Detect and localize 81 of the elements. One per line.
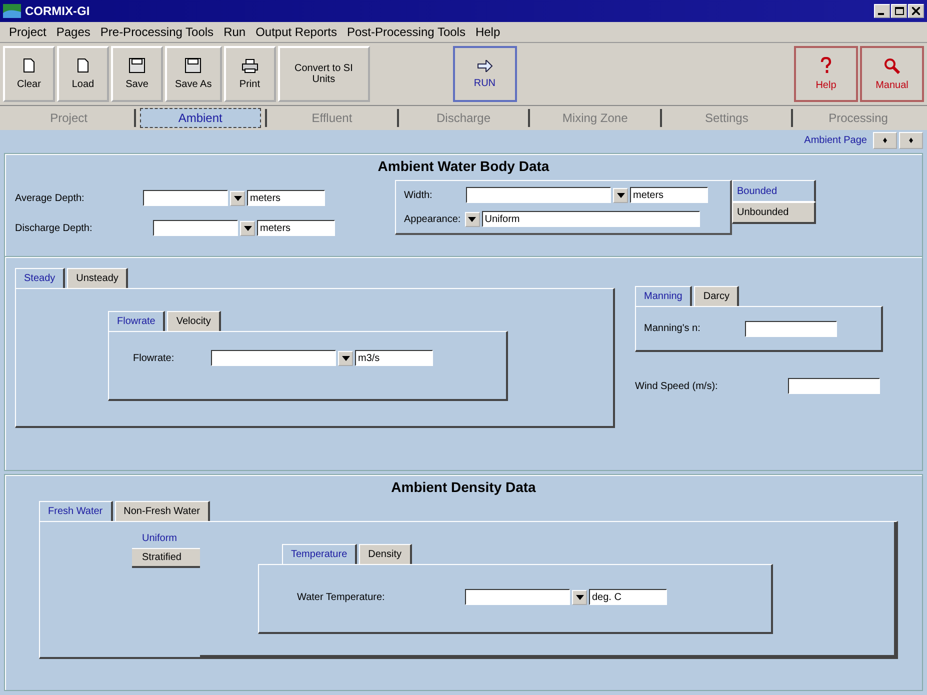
unit-field[interactable]: meters bbox=[630, 187, 708, 203]
dropdown-button[interactable] bbox=[464, 212, 480, 226]
page-nav-button[interactable]: ♦ bbox=[899, 132, 923, 148]
toolbar-button[interactable]: Save bbox=[111, 46, 163, 102]
menu-item[interactable]: Help bbox=[470, 25, 506, 39]
input-field[interactable] bbox=[745, 320, 838, 336]
dropdown-arrow-icon bbox=[468, 216, 476, 222]
unit-field[interactable]: deg. C bbox=[589, 589, 667, 605]
tab[interactable]: Temperature bbox=[282, 544, 358, 564]
field-label: Width: bbox=[404, 190, 434, 200]
right-arrow-icon bbox=[476, 60, 493, 72]
toolbar-button[interactable]: RUN bbox=[452, 46, 517, 102]
toolbar-button[interactable]: Save As bbox=[165, 46, 222, 102]
input-field[interactable] bbox=[788, 378, 880, 394]
field-label: Manning's n: bbox=[644, 323, 700, 334]
field-label: Appearance: bbox=[404, 214, 461, 224]
window-title: CORMIX-GI bbox=[25, 4, 90, 18]
dropdown-button[interactable] bbox=[613, 188, 628, 202]
field-label: Average Depth: bbox=[15, 192, 86, 204]
minimize-button[interactable] bbox=[874, 4, 890, 18]
dropdown-arrow-icon bbox=[616, 192, 624, 198]
document-icon bbox=[23, 58, 35, 73]
tab[interactable]: Steady bbox=[15, 268, 66, 288]
input-field[interactable] bbox=[211, 350, 336, 366]
input-field[interactable] bbox=[465, 589, 570, 605]
tab[interactable]: Fresh Water bbox=[39, 501, 113, 521]
toolbar-button[interactable]: Clear bbox=[3, 46, 55, 102]
document-icon bbox=[77, 58, 89, 73]
toolbar-button[interactable]: Print bbox=[224, 46, 276, 102]
unit-field[interactable]: m3/s bbox=[355, 350, 433, 366]
menu-item[interactable]: Pre-Processing Tools bbox=[95, 25, 219, 39]
dropdown-button[interactable] bbox=[230, 190, 245, 206]
section-title: Ambient Water Body Data bbox=[376, 158, 550, 174]
dropdown-button[interactable] bbox=[572, 590, 587, 604]
toggle-button[interactable]: Unbounded bbox=[732, 202, 816, 224]
page-label: Ambient Page bbox=[804, 134, 867, 146]
menu-item[interactable]: Pages bbox=[51, 25, 96, 39]
input-field[interactable] bbox=[143, 190, 228, 206]
input-field[interactable] bbox=[466, 187, 611, 203]
dropdown-button[interactable] bbox=[240, 220, 255, 236]
tab[interactable]: Darcy bbox=[694, 286, 740, 306]
tab[interactable]: Manning bbox=[635, 286, 692, 306]
toolbar-button[interactable]: Load bbox=[57, 46, 109, 102]
toggle-button[interactable]: Stratified bbox=[132, 548, 200, 568]
maximize-button[interactable] bbox=[891, 4, 907, 18]
menu-item[interactable]: Output Reports bbox=[250, 25, 342, 39]
maximize-icon bbox=[894, 7, 904, 15]
dropdown-field[interactable]: Uniform bbox=[482, 211, 700, 227]
menu-item[interactable]: Run bbox=[218, 25, 251, 39]
close-icon bbox=[912, 7, 920, 15]
help-icon bbox=[820, 57, 832, 74]
close-button[interactable] bbox=[908, 4, 924, 18]
dropdown-arrow-icon bbox=[234, 196, 242, 200]
field-label: Flowrate: bbox=[133, 352, 176, 364]
input-field[interactable] bbox=[153, 220, 238, 236]
field-label: Water Temperature: bbox=[297, 592, 386, 602]
dropdown-arrow-icon bbox=[576, 594, 584, 600]
section-title: Ambient Density Data bbox=[390, 479, 537, 495]
unit-field[interactable]: meters bbox=[257, 220, 335, 236]
menu-item[interactable]: Project bbox=[4, 25, 52, 39]
app-logo-icon bbox=[3, 4, 21, 18]
tab[interactable]: Non-Fresh Water bbox=[114, 501, 210, 521]
search-icon bbox=[884, 58, 900, 74]
dropdown-button[interactable] bbox=[338, 350, 353, 366]
unit-field[interactable]: meters bbox=[247, 190, 325, 206]
field-label: Discharge Depth: bbox=[15, 222, 94, 234]
tab[interactable]: Velocity bbox=[167, 311, 221, 331]
toolbar-button[interactable]: Manual bbox=[860, 46, 924, 102]
printer-icon bbox=[242, 58, 258, 72]
dropdown-arrow-icon bbox=[244, 226, 252, 230]
toggle-button[interactable]: Bounded bbox=[732, 180, 816, 202]
dropdown-arrow-icon bbox=[342, 356, 350, 360]
page-tab[interactable]: Ambient bbox=[140, 108, 262, 128]
toolbar-button[interactable]: Help bbox=[794, 46, 858, 102]
menu-item[interactable]: Post-Processing Tools bbox=[342, 25, 470, 39]
tab[interactable]: Density bbox=[359, 544, 412, 564]
page-nav-button[interactable]: ♦ bbox=[873, 132, 897, 148]
tab[interactable]: Unsteady bbox=[67, 268, 128, 288]
tab[interactable]: Flowrate bbox=[108, 311, 166, 331]
toolbar-button[interactable]: Convert to SI Units bbox=[278, 46, 370, 102]
field-label: Wind Speed (m/s): bbox=[635, 380, 718, 392]
